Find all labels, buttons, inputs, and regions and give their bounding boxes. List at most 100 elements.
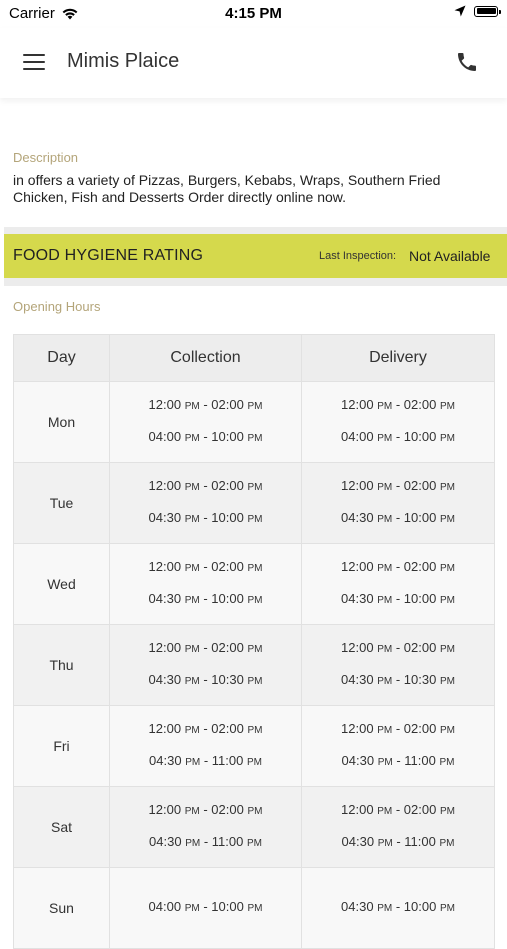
time-slot: 12:00 PM - 02:00 PM (148, 640, 263, 655)
table-row: Sun 04:00 PM - 10:00 PM 04:30 PM - 10:00 P… (13, 867, 495, 949)
column-header-day: Day (13, 334, 110, 382)
status-time: 4:15 PM (225, 5, 282, 22)
slot-start-period: PM (377, 644, 393, 655)
slot-end-period: PM (247, 806, 263, 817)
opening-hours-label: Opening Hours (13, 299, 101, 314)
slot-start-time: 04:30 (341, 753, 375, 768)
slot-start-period: PM (185, 757, 201, 768)
time-slot: 12:00 PM - 02:00 PM (341, 559, 455, 574)
slot-end-time: 02:00 (211, 559, 244, 574)
slot-end-period: PM (439, 514, 455, 525)
slot-end-time: 02:00 (211, 802, 244, 817)
slot-start-period: PM (377, 433, 393, 444)
time-slot: 04:30 PM - 10:30 PM (148, 672, 263, 687)
slot-end-period: PM (439, 433, 455, 444)
slot-end-time: 10:30 (403, 672, 437, 687)
collection-hours-cell: 04:00 PM - 10:00 PM (109, 867, 302, 949)
slot-start-time: 12:00 (341, 802, 374, 817)
phone-icon[interactable] (455, 50, 479, 74)
slot-start-period: PM (377, 838, 393, 849)
page-title: Mimis Plaice (67, 50, 180, 72)
time-slot: 12:00 PM - 02:00 PM (148, 478, 263, 493)
slot-start-time: 04:30 (148, 510, 182, 525)
slot-end-time: 02:00 (403, 559, 437, 574)
delivery-hours-cell: 12:00 PM - 02:00 PM 04:30 PM - 11:00 PM (301, 705, 495, 787)
slot-start-time: 12:00 (148, 640, 182, 655)
slot-end-time: 10:00 (211, 429, 244, 444)
table-header-row: Day Collection Delivery (13, 334, 495, 382)
slot-start-period: PM (184, 514, 200, 525)
slot-start-period: PM (377, 725, 393, 736)
slot-end-time: 02:00 (403, 802, 437, 817)
time-slot: 04:30 PM - 11:00 PM (149, 753, 262, 768)
delivery-hours-cell: 12:00 PM - 02:00 PM 04:30 PM - 10:00 PM (301, 462, 495, 544)
description-text: in offers a variety of Pizzas, Burgers, … (13, 172, 441, 205)
slot-end-period: PM (246, 838, 262, 849)
slot-start-time: 12:00 (341, 721, 374, 736)
day-cell: Mon (13, 381, 110, 463)
slot-start-period: PM (184, 595, 200, 606)
hygiene-rating-band: FOOD HYGIENE RATING Last Inspection: Not… (4, 234, 507, 278)
slot-start-time: 04:30 (341, 834, 375, 849)
slot-start-time: 04:00 (341, 429, 374, 444)
column-header-delivery: Delivery (301, 334, 495, 382)
slot-start-period: PM (377, 482, 393, 493)
slot-start-time: 12:00 (341, 478, 374, 493)
delivery-hours-cell: 12:00 PM - 02:00 PM 04:00 PM - 10:00 PM (301, 381, 495, 463)
time-slot: 04:30 PM - 11:00 PM (341, 753, 455, 768)
time-slot: 04:30 PM - 10:00 PM (341, 510, 455, 525)
location-arrow-icon (454, 5, 466, 17)
slot-start-time: 12:00 (148, 478, 182, 493)
slot-end-time: 11:00 (211, 753, 244, 768)
time-slot: 12:00 PM - 02:00 PM (148, 802, 263, 817)
slot-end-time: 10:00 (403, 899, 437, 914)
slot-end-period: PM (439, 838, 455, 849)
slot-end-time: 02:00 (403, 478, 437, 493)
slot-start-period: PM (377, 903, 393, 914)
table-row: Tue 12:00 PM - 02:00 PM 04:30 PM - 10:00 P… (13, 462, 495, 544)
slot-start-time: 04:30 (149, 753, 182, 768)
slot-start-time: 04:30 (148, 672, 182, 687)
status-right (454, 5, 501, 17)
slot-start-time: 04:30 (341, 510, 374, 525)
column-header-collection: Collection (109, 334, 302, 382)
slot-end-period: PM (247, 595, 263, 606)
time-slot: 04:30 PM - 10:00 PM (148, 510, 263, 525)
slot-start-period: PM (377, 595, 393, 606)
day-cell: Wed (13, 543, 110, 625)
slot-start-period: PM (377, 514, 393, 525)
slot-start-time: 04:30 (341, 591, 374, 606)
slot-end-period: PM (439, 595, 455, 606)
slot-end-time: 02:00 (211, 397, 244, 412)
time-slot: 04:30 PM - 10:30 PM (341, 672, 455, 687)
time-slot: 12:00 PM - 02:00 PM (148, 397, 263, 412)
battery-icon (474, 5, 501, 17)
status-bar: Carrier 4:15 PM (0, 0, 507, 28)
slot-end-period: PM (439, 757, 455, 768)
slot-start-time: 04:30 (149, 834, 182, 849)
slot-end-time: 02:00 (211, 640, 244, 655)
slot-end-period: PM (247, 433, 263, 444)
table-row: Thu 12:00 PM - 02:00 PM 04:30 PM - 10:30 P… (13, 624, 495, 706)
delivery-hours-cell: 12:00 PM - 02:00 PM 04:30 PM - 10:30 PM (301, 624, 495, 706)
slot-end-time: 10:00 (403, 510, 437, 525)
hamburger-menu-icon[interactable] (23, 54, 45, 71)
slot-end-period: PM (247, 563, 263, 574)
slot-end-time: 11:00 (404, 753, 436, 768)
time-slot: 04:30 PM - 10:00 PM (341, 591, 455, 606)
slot-start-period: PM (184, 401, 200, 412)
slot-start-time: 12:00 (148, 802, 182, 817)
slot-end-time: 11:00 (211, 834, 244, 849)
slot-start-period: PM (184, 806, 200, 817)
slot-start-time: 12:00 (341, 640, 374, 655)
slot-end-period: PM (439, 725, 455, 736)
slot-start-period: PM (184, 563, 200, 574)
slot-end-time: 02:00 (211, 721, 244, 736)
time-slot: 12:00 PM - 02:00 PM (341, 640, 455, 655)
collection-hours-cell: 12:00 PM - 02:00 PM 04:00 PM - 10:00 PM (109, 381, 302, 463)
slot-start-time: 12:00 (148, 559, 182, 574)
hygiene-rating-title: FOOD HYGIENE RATING (13, 247, 204, 264)
slot-end-period: PM (439, 676, 455, 687)
slot-end-period: PM (247, 482, 263, 493)
slot-start-period: PM (377, 806, 393, 817)
